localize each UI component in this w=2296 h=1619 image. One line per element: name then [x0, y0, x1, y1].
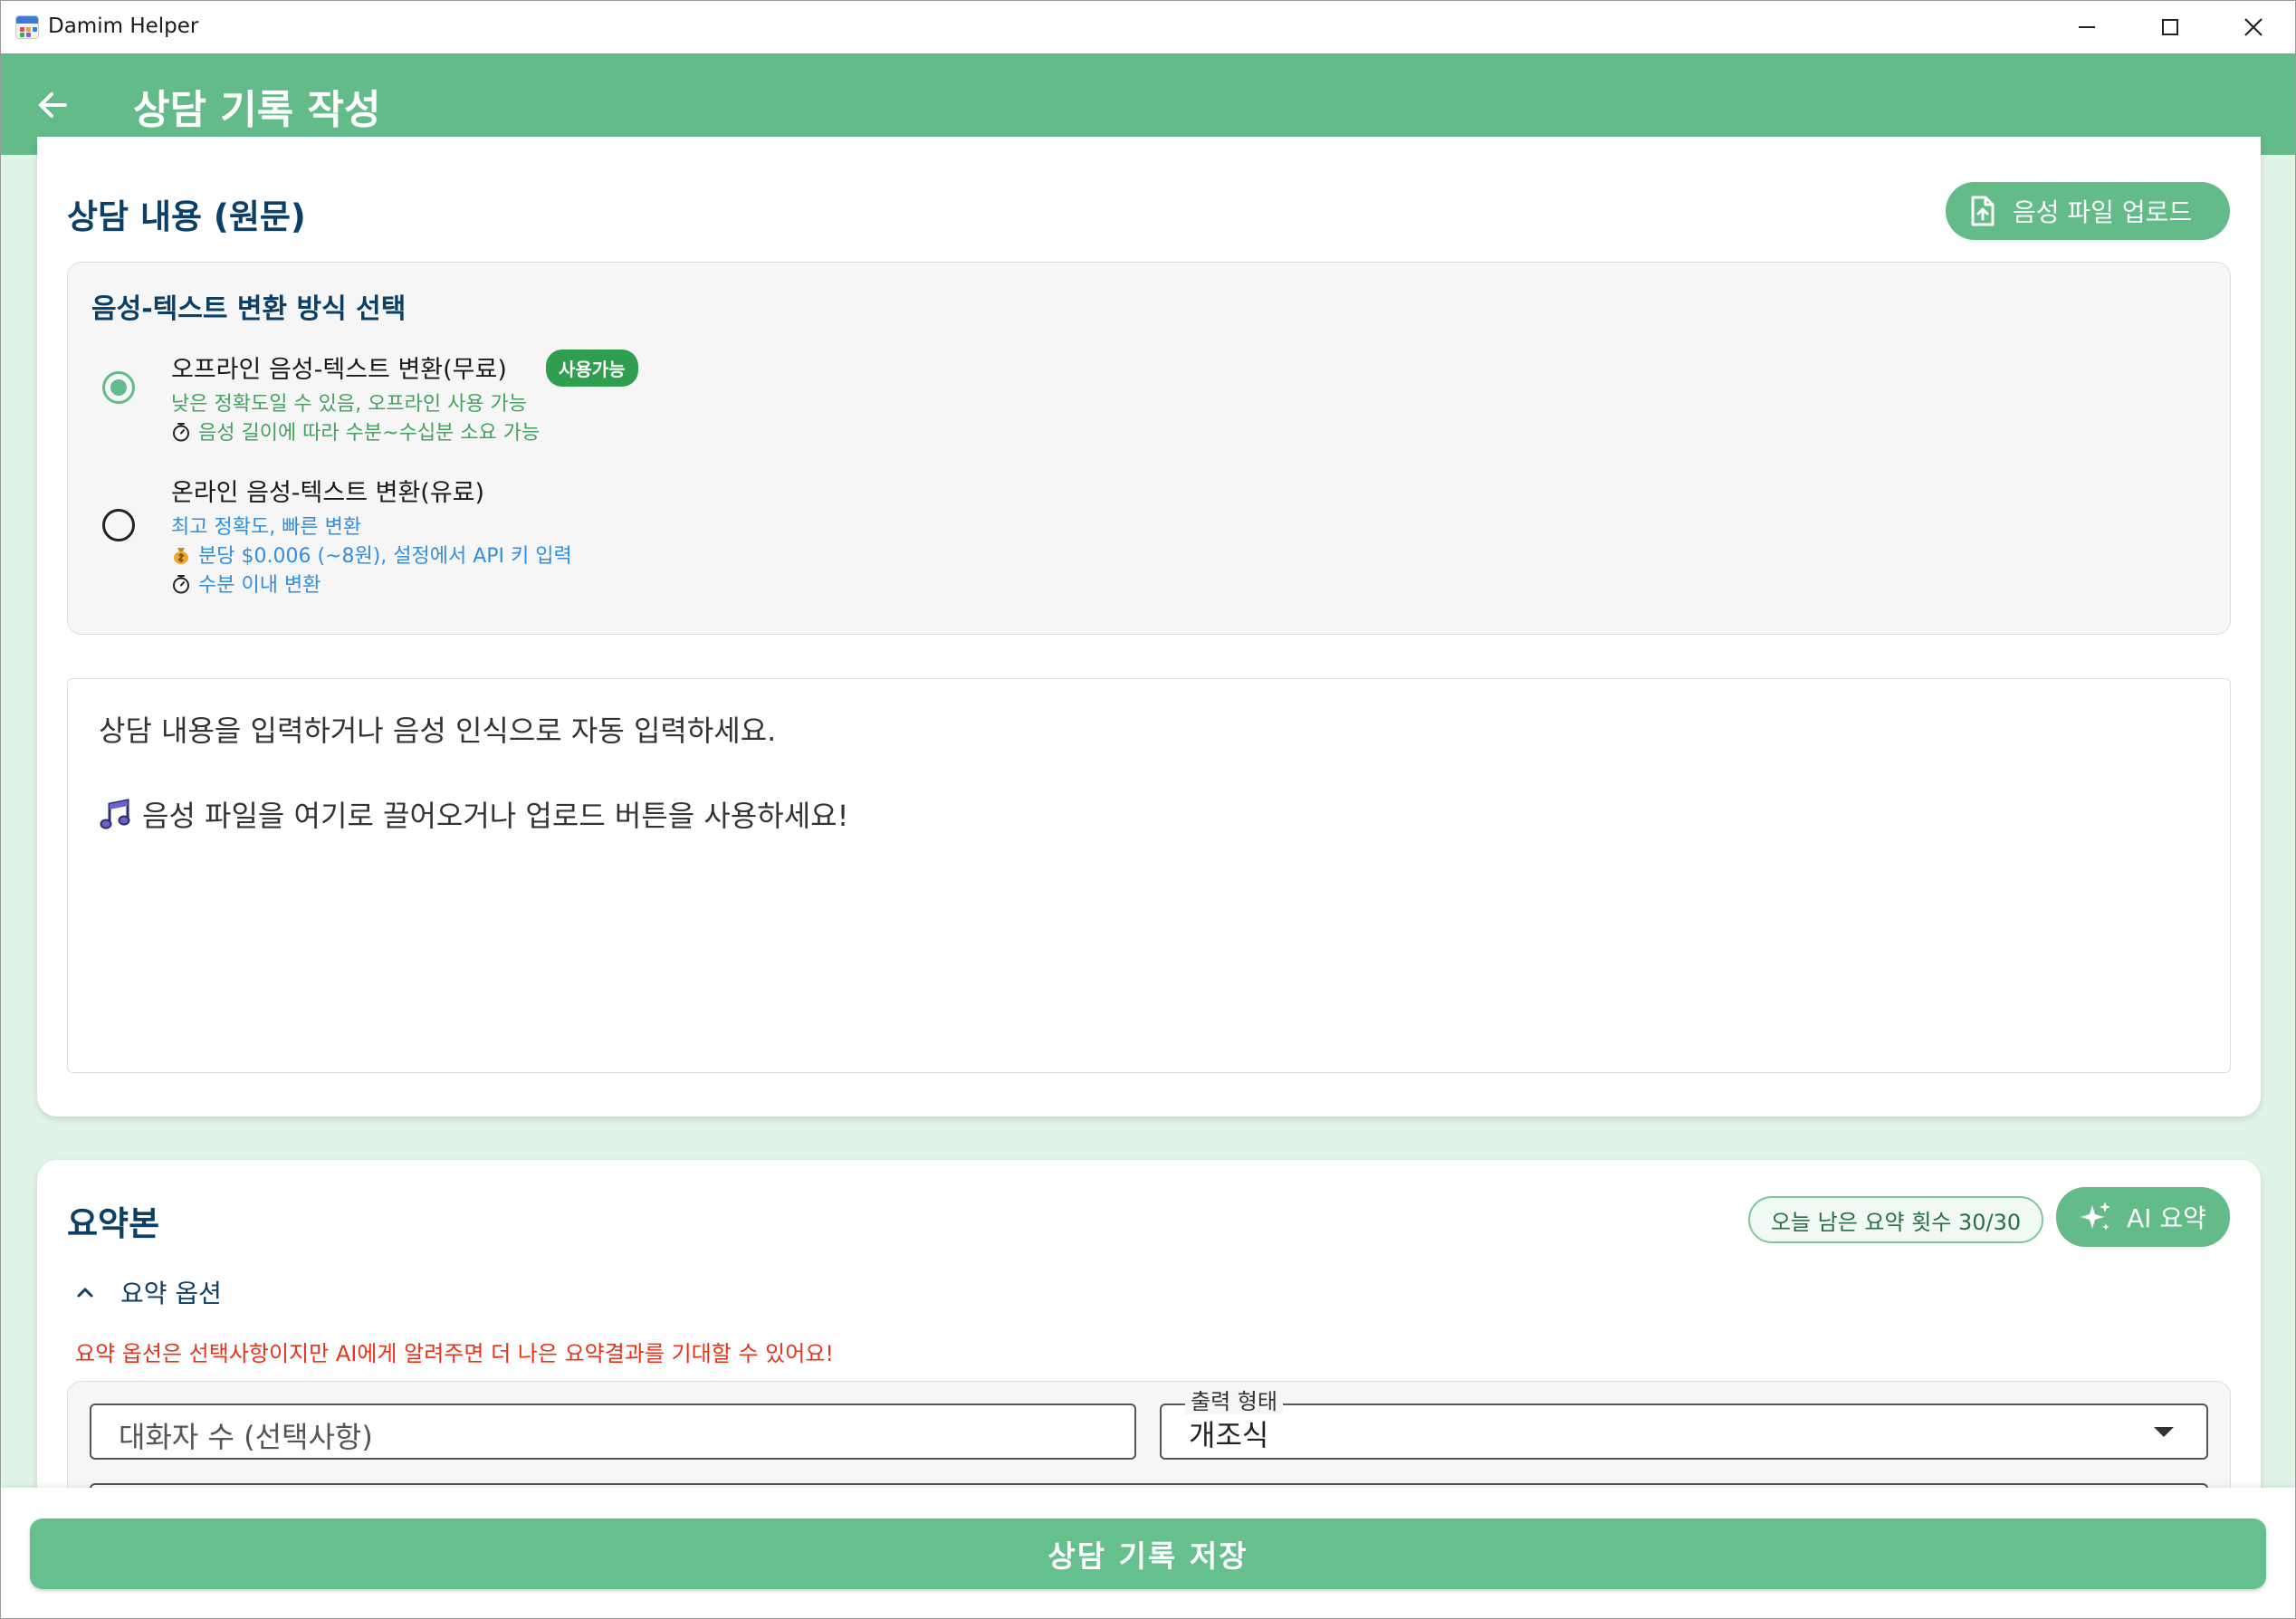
app-calendar-icon: [15, 15, 39, 39]
save-record-button[interactable]: 상담 기록 저장: [30, 1518, 2266, 1589]
ai-summary-button[interactable]: AI 요약: [2056, 1187, 2230, 1247]
dropdown-arrow-icon: [2154, 1427, 2174, 1437]
title-bar: Damim Helper: [1, 1, 2295, 53]
upload-audio-label: 음성 파일 업로드: [2013, 197, 2193, 227]
speaker-count-input[interactable]: 대화자 수 (선택사항): [90, 1403, 1136, 1460]
output-format-label: 출력 형태: [1185, 1389, 1283, 1414]
summary-options-note: 요약 옵션은 선택사항이지만 AI에게 알려주면 더 나은 요약결과를 기대할 …: [75, 1341, 835, 1366]
stopwatch-icon: [173, 423, 189, 442]
stopwatch-icon: [173, 575, 189, 594]
counseling-content-textarea[interactable]: 상담 내용을 입력하거나 음성 인식으로 자동 입력하세요. 음성 파일을 여기…: [67, 678, 2231, 1073]
app-window: Damim Helper 상담 기록 작성 상담 내용 (원문) 음성 파일 업…: [0, 0, 2296, 1619]
sparkle-icon: [2081, 1202, 2110, 1231]
file-upload-icon: [1971, 196, 1995, 226]
online-stt-price-note: 분당 $0.006 (~8원), 설정에서 API 키 입력: [171, 540, 572, 569]
summary-section-title: 요약본: [67, 1204, 160, 1243]
online-stt-title[interactable]: 온라인 음성-텍스트 변환(유료): [171, 473, 484, 508]
minimize-button[interactable]: [2045, 1, 2129, 53]
offline-stt-duration-note: 음성 길이에 따라 수분~수십분 소요 가능: [171, 417, 540, 445]
offline-stt-accuracy-note: 낮은 정확도일 수 있음, 오프라인 사용 가능: [171, 393, 528, 416]
online-stt-radio[interactable]: [102, 509, 135, 541]
online-stt-duration-note: 수분 이내 변환: [171, 569, 320, 598]
ai-summary-label: AI 요약: [2127, 1203, 2206, 1233]
maximize-button[interactable]: [2129, 1, 2212, 53]
back-arrow-icon: [39, 92, 67, 118]
page-title: 상담 기록 작성: [133, 87, 381, 133]
maximize-icon: [2162, 19, 2178, 35]
minimize-icon: [2079, 26, 2095, 28]
output-format-select[interactable]: 출력 형태 개조식: [1160, 1389, 2208, 1460]
available-badge: 사용가능: [546, 350, 638, 387]
content-section-title: 상담 내용 (원문): [67, 197, 306, 236]
online-stt-accuracy-note: 최고 정확도, 빠른 변환: [171, 516, 362, 539]
offline-stt-radio[interactable]: [102, 371, 135, 404]
textarea-placeholder-line2: 음성 파일을 여기로 끌어오거나 업로드 버튼을 사용하세요!: [99, 793, 848, 835]
stt-method-panel: 음성-텍스트 변환 방식 선택 오프라인 음성-텍스트 변환(무료) 사용가능 …: [67, 262, 2231, 635]
close-button[interactable]: [2212, 1, 2295, 53]
upload-audio-button[interactable]: 음성 파일 업로드: [1946, 182, 2230, 240]
output-format-value: 개조식: [1189, 1418, 1269, 1452]
summary-options-toggle[interactable]: 요약 옵션: [75, 1274, 222, 1310]
close-icon: [2244, 18, 2263, 36]
summary-quota-badge: 오늘 남은 요약 횟수 30/30: [1748, 1196, 2043, 1243]
money-bag-icon: [174, 548, 188, 564]
window-title: Damim Helper: [48, 14, 199, 38]
music-note-icon: [100, 799, 130, 829]
back-button[interactable]: [28, 81, 77, 129]
chevron-up-icon: [77, 1288, 93, 1298]
stt-method-title: 음성-텍스트 변환 방식 선택: [91, 293, 407, 325]
textarea-placeholder-line1: 상담 내용을 입력하거나 음성 인식으로 자동 입력하세요.: [99, 714, 777, 748]
content-card: 상담 내용 (원문) 음성 파일 업로드 음성-텍스트 변환 방식 선택 오프라…: [37, 137, 2261, 1116]
bottom-action-bar: 상담 기록 저장: [1, 1488, 2295, 1618]
offline-stt-title[interactable]: 오프라인 음성-텍스트 변환(무료): [171, 350, 507, 385]
